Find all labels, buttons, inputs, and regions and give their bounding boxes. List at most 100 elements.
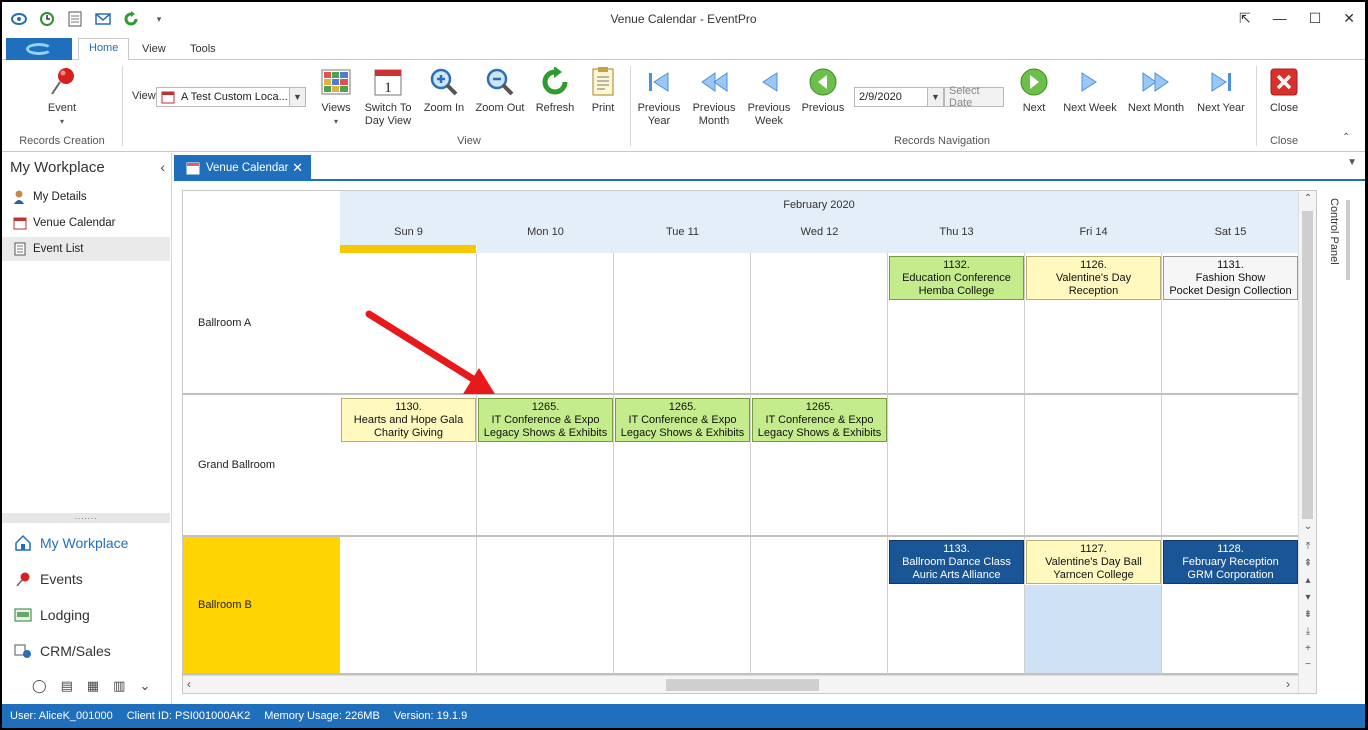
scroll-up-icon[interactable]: ⌃ — [1302, 193, 1314, 204]
event-block[interactable]: 1131. Fashion Show Pocket Design Collectio… — [1163, 256, 1298, 300]
section-my-workplace[interactable]: My Workplace — [14, 531, 128, 555]
chat-icon[interactable]: ◯ — [32, 678, 47, 694]
print-label: Print — [591, 102, 615, 114]
window-title: Venue Calendar - EventPro — [610, 12, 757, 26]
ribbon: Event ▾ Records Creation View A Test Cus… — [2, 60, 1365, 152]
close-tab-icon[interactable]: ✕ — [292, 160, 303, 176]
minimize-button[interactable]: — — [1273, 10, 1287, 27]
date-dropdown-icon[interactable]: ▼ — [927, 88, 943, 106]
previous-year-button[interactable]: Previous Year — [634, 66, 684, 128]
calendar-cell[interactable] — [751, 537, 888, 675]
h-scroll-thumb[interactable] — [666, 679, 819, 691]
last-row-icon[interactable]: ⤓ — [1302, 626, 1314, 637]
refresh-button[interactable]: Refresh — [532, 66, 578, 115]
notes-icon[interactable]: ▥ — [113, 678, 125, 694]
calendar-cell[interactable] — [888, 395, 1025, 537]
day-header[interactable]: Tue 11 — [614, 219, 751, 245]
day-header[interactable]: Mon 10 — [477, 219, 614, 245]
event-block[interactable]: 1265. IT Conference & Expo Legacy Shows & … — [615, 398, 750, 442]
event-id: 1265. — [805, 401, 834, 413]
day-header[interactable]: Wed 12 — [751, 219, 888, 245]
horizontal-scrollbar[interactable]: ‹ › — [183, 675, 1298, 693]
page-down-icon[interactable]: ⇟ — [1302, 609, 1314, 620]
row-height-decrease-icon[interactable]: − — [1302, 659, 1314, 670]
select-date-label: Select Date — [949, 85, 980, 109]
select-date-button[interactable]: Select Date — [944, 85, 1004, 109]
calendar-cell[interactable] — [1025, 395, 1162, 537]
previous-button[interactable]: Previous — [798, 66, 848, 115]
section-events[interactable]: Events — [14, 567, 83, 591]
day-header[interactable]: Sat 15 — [1162, 219, 1299, 245]
views-button[interactable]: Views ▾ — [316, 66, 356, 128]
close-window-button[interactable]: ✕ — [1343, 10, 1355, 27]
section-crm-sales[interactable]: CRM/Sales — [14, 639, 111, 663]
calendar-cell[interactable] — [477, 537, 614, 675]
control-panel[interactable]: Control Panel — [1322, 190, 1352, 694]
maximize-button[interactable]: ☐ — [1309, 10, 1322, 27]
tab-venue-calendar[interactable]: Venue Calendar ✕ — [174, 155, 311, 181]
row-up-icon[interactable]: ▴ — [1302, 575, 1314, 586]
calendar-cell[interactable] — [340, 537, 477, 675]
application-menu-button[interactable] — [6, 38, 72, 60]
nav-item-event-list[interactable]: Event List — [2, 237, 170, 261]
resource-row-header[interactable]: Ballroom A — [183, 253, 340, 395]
scroll-down-icon[interactable]: ⌄ — [1302, 521, 1314, 532]
page-up-icon[interactable]: ⇞ — [1302, 558, 1314, 569]
next-month-button[interactable]: Next Month — [1124, 66, 1188, 115]
nav-item-my-details[interactable]: My Details — [2, 185, 170, 209]
pane-splitter[interactable]: ....... — [2, 513, 170, 523]
tab-tools[interactable]: Tools — [180, 40, 226, 58]
day-header[interactable]: Sun 9 — [340, 219, 477, 245]
zoom-in-button[interactable]: Zoom In — [420, 66, 468, 115]
calendar-cell[interactable] — [1162, 395, 1299, 537]
chevron-down-icon[interactable]: ▼ — [289, 88, 305, 106]
previous-month-button[interactable]: Previous Month — [688, 66, 740, 128]
calculator-icon[interactable]: ▦ — [87, 678, 99, 694]
calendar-cell[interactable] — [614, 537, 751, 675]
clipboard-icon[interactable]: ▤ — [61, 678, 73, 694]
next-year-button[interactable]: Next Year — [1192, 66, 1250, 115]
event-block[interactable]: 1128. February Reception GRM Corporation — [1163, 540, 1298, 584]
collapse-ribbon-icon[interactable]: ⌃ — [1342, 132, 1350, 143]
calendar-cell[interactable] — [614, 253, 751, 395]
tab-list-dropdown-icon[interactable]: ▼ — [1347, 157, 1357, 168]
event-block[interactable]: 1126. Valentine's Day Reception — [1026, 256, 1161, 300]
next-week-button[interactable]: Next Week — [1060, 66, 1120, 115]
restore-ribbon-icon[interactable]: ⇱ — [1239, 10, 1251, 27]
section-lodging[interactable]: Lodging — [14, 603, 90, 627]
date-picker[interactable]: 2/9/2020 ▼ — [854, 87, 944, 107]
nav-item-venue-calendar[interactable]: Venue Calendar — [2, 211, 170, 235]
switch-to-day-view-button[interactable]: 1 Switch To Day View — [360, 66, 416, 128]
date-value: 2/9/2020 — [859, 91, 902, 103]
control-panel-scrollbar[interactable] — [1346, 200, 1350, 280]
tab-home[interactable]: Home — [78, 38, 130, 61]
resource-row-header[interactable]: Ballroom B — [183, 537, 340, 675]
next-button[interactable]: Next — [1014, 66, 1054, 115]
day-header[interactable]: Fri 14 — [1025, 219, 1162, 245]
previous-week-button[interactable]: Previous Week — [744, 66, 794, 128]
scroll-thumb[interactable] — [1302, 211, 1313, 519]
tab-view[interactable]: View — [132, 40, 176, 58]
scroll-right-icon[interactable]: › — [1286, 677, 1290, 691]
event-block[interactable]: 1127. Valentine's Day Ball Yarncen College — [1026, 540, 1161, 584]
row-height-increase-icon[interactable]: + — [1302, 643, 1314, 654]
pushpin-small-icon — [14, 570, 32, 588]
event-block[interactable]: 1265. IT Conference & Expo Legacy Shows & … — [752, 398, 887, 442]
row-down-icon[interactable]: ▾ — [1302, 592, 1314, 603]
calendar-cell[interactable] — [751, 253, 888, 395]
view-combo[interactable]: A Test Custom Loca... ▼ — [156, 87, 306, 107]
resource-row-header[interactable]: Grand Ballroom — [183, 395, 340, 537]
event-block[interactable]: 1133. Ballroom Dance Class Auric Arts Alli… — [889, 540, 1024, 584]
zoom-out-button[interactable]: Zoom Out — [472, 66, 528, 115]
vertical-scrollbar[interactable]: ⌃ ⌄ ⤒ ⇞ ▴ ▾ ⇟ ⤓ + − — [1298, 191, 1316, 693]
scroll-left-icon[interactable]: ‹ — [187, 677, 191, 691]
event-block[interactable]: 1132. Education Conference Hemba College — [889, 256, 1024, 300]
collapse-pane-icon[interactable]: ‹ — [160, 159, 165, 175]
day-header-strip — [1025, 245, 1162, 253]
event-button[interactable]: Event ▾ — [42, 66, 82, 128]
close-button[interactable]: Close — [1264, 66, 1304, 115]
print-button[interactable]: Print — [584, 66, 622, 115]
more-chevron-icon[interactable]: ⌄ — [139, 678, 150, 694]
first-row-icon[interactable]: ⤒ — [1302, 541, 1314, 552]
day-header[interactable]: Thu 13 — [888, 219, 1025, 245]
